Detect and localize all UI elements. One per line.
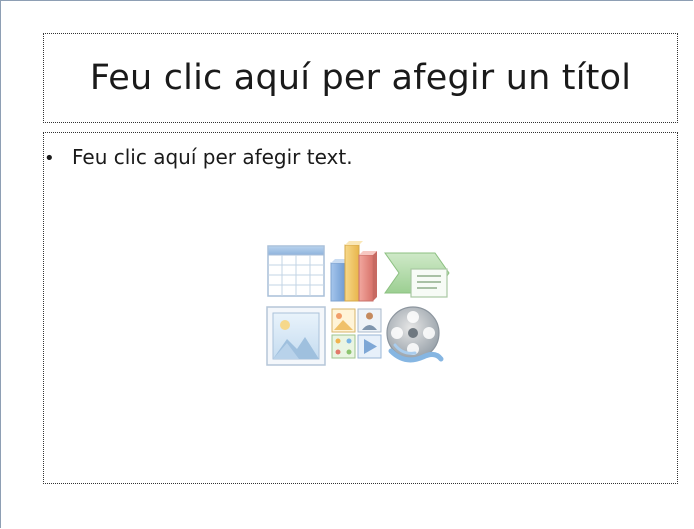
insert-table-icon[interactable] bbox=[267, 245, 325, 297]
content-placeholder-text: Feu clic aquí per afegir text. bbox=[72, 145, 353, 169]
insert-smartart-icon[interactable] bbox=[384, 252, 450, 298]
insert-media-icon[interactable] bbox=[386, 306, 444, 363]
insert-clipart-icon[interactable] bbox=[331, 308, 382, 359]
title-placeholder[interactable]: Feu clic aquí per afegir un títol bbox=[43, 33, 678, 123]
insert-content-icons bbox=[265, 241, 453, 369]
title-placeholder-text: Feu clic aquí per afegir un títol bbox=[89, 58, 632, 98]
content-placeholder[interactable]: • Feu clic aquí per afegir text. bbox=[43, 132, 678, 484]
insert-picture-icon[interactable] bbox=[266, 306, 326, 366]
bullet-line: • Feu clic aquí per afegir text. bbox=[44, 145, 353, 169]
insert-chart-icon[interactable] bbox=[330, 241, 377, 302]
slide: Feu clic aquí per afegir un títol • Feu … bbox=[0, 0, 693, 528]
bullet-marker: • bbox=[44, 148, 55, 169]
